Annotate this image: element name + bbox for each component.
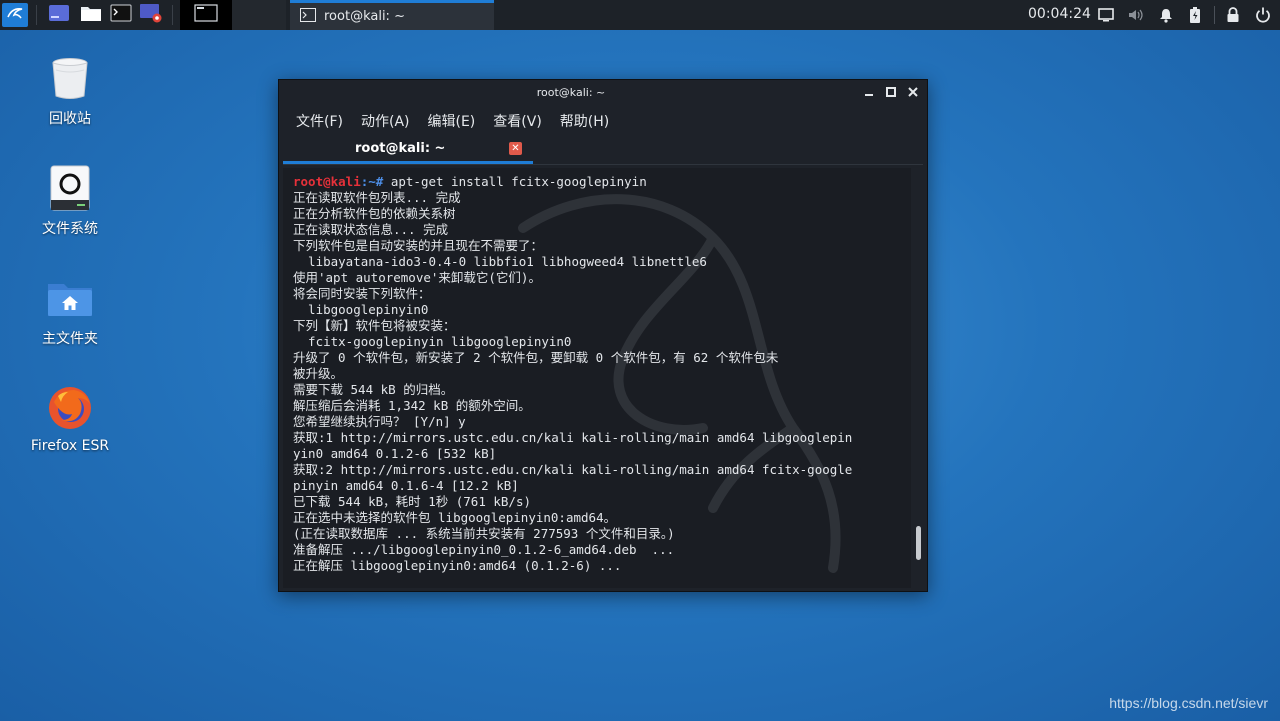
close-icon: [908, 86, 918, 100]
output-line: 准备解压 .../libgooglepinyin0_0.1.2-6_amd64.…: [293, 542, 675, 557]
output-line: 正在读取软件包列表... 完成: [293, 190, 461, 205]
output-line: libgooglepinyin0: [293, 302, 429, 317]
output-line: 升级了 0 个软件包，新安装了 2 个软件包，要卸载 0 个软件包，有 62 个…: [293, 350, 779, 365]
display-icon[interactable]: [1097, 6, 1115, 24]
close-button[interactable]: [905, 85, 921, 101]
output-line: 获取:1 http://mirrors.ustc.edu.cn/kali kal…: [293, 430, 853, 445]
window-thumbnail-icon: [194, 4, 218, 26]
output-line: (正在读取数据库 ... 系统当前共安装有 277593 个文件和目录。): [293, 526, 675, 541]
menu-help[interactable]: 帮助(H): [551, 108, 618, 132]
panel-separator: [172, 5, 173, 25]
trash-icon: [46, 54, 94, 102]
taskbar-item-label: root@kali: ~: [324, 9, 405, 24]
power-icon[interactable]: [1254, 6, 1272, 24]
home-folder-icon: [46, 274, 94, 322]
desktop-icon-label: 主文件夹: [42, 331, 98, 347]
output-line: 正在读取状态信息... 完成: [293, 222, 449, 237]
terminal-scrollbar[interactable]: [915, 168, 923, 588]
tab-label: root@kali: ~: [355, 141, 446, 156]
maximize-icon: [886, 86, 896, 100]
panel-separator: [36, 5, 37, 25]
desktop-icon-label: 文件系统: [42, 221, 98, 237]
menu-edit[interactable]: 编辑(E): [419, 108, 485, 132]
output-line: 获取:2 http://mirrors.ustc.edu.cn/kali kal…: [293, 462, 853, 477]
maximize-button[interactable]: [883, 85, 899, 101]
scrollbar-thumb[interactable]: [916, 526, 921, 560]
kali-menu-button[interactable]: [2, 3, 28, 27]
output-line: 被升级。: [293, 366, 344, 381]
desktop-icon-firefox[interactable]: Firefox ESR: [20, 384, 120, 454]
notification-bell-icon[interactable]: [1157, 6, 1175, 24]
output-line: 将会同时安装下列软件：: [293, 286, 431, 301]
terminal-menubar: 文件(F) 动作(A) 编辑(E) 查看(V) 帮助(H): [287, 108, 618, 132]
desktop-icon: [48, 4, 70, 26]
desktop-icon-home-folder[interactable]: 主文件夹: [20, 274, 120, 348]
terminal-window: root@kali: ~ 文件(F) 动作(A) 编辑(E) 查看(V) 帮助(…: [278, 79, 928, 592]
output-line: 下列【新】软件包将被安装：: [293, 318, 456, 333]
lock-screen-icon[interactable]: [1224, 6, 1242, 24]
output-line: 需要下载 544 kB 的归档。: [293, 382, 454, 397]
file-manager-launcher[interactable]: [78, 3, 104, 27]
drive-icon: [46, 164, 94, 212]
top-panel: root@kali: ~ 00:04:24: [0, 0, 1280, 30]
output-line: 下列软件包是自动安装的并且现在不需要了：: [293, 238, 544, 253]
terminal-icon: [300, 7, 316, 26]
output-line: yin0 amd64 0.1.2-6 [532 kB]: [293, 446, 497, 461]
command-text: apt-get install fcitx-googlepinyin: [390, 174, 647, 189]
kali-dragon-icon: [6, 4, 24, 26]
panel-separator: [1214, 6, 1215, 24]
output-line: 已下载 544 kB，耗时 1秒 (761 kB/s): [293, 494, 532, 509]
terminal-launcher[interactable]: [108, 3, 134, 27]
output-line: fcitx-googlepinyin libgooglepinyin0: [293, 334, 572, 349]
terminal-text: root@kali:~# apt-get install fcitx-googl…: [293, 174, 903, 574]
output-line: 正在选中未选择的软件包 libgooglepinyin0:amd64。: [293, 510, 617, 525]
prompt-user: root@kali: [293, 174, 361, 189]
menu-actions[interactable]: 动作(A): [352, 108, 419, 132]
workspace-2-button[interactable]: [232, 0, 286, 30]
desktop-icon-trash[interactable]: 回收站: [20, 54, 120, 128]
desktop-icon-label: Firefox ESR: [30, 438, 110, 454]
window-title: root@kali: ~: [536, 86, 606, 99]
minimize-icon: [864, 86, 874, 100]
terminal-icon: [110, 4, 132, 26]
output-line: 正在解压 libgooglepinyin0:amd64 (0.1.2-6) ..…: [293, 558, 622, 573]
output-line: 正在分析软件包的依赖关系树: [293, 206, 456, 221]
panel-clock[interactable]: 00:04:24: [1028, 6, 1091, 22]
screen-recorder-icon: [139, 3, 163, 27]
desktop-icon-label: 回收站: [49, 111, 91, 127]
tab-close-icon[interactable]: ✕: [509, 142, 522, 155]
output-line: pinyin amd64 0.1.6-4 [12.2 kB]: [293, 478, 519, 493]
workspace-1-button[interactable]: [180, 0, 232, 30]
folder-icon: [80, 4, 102, 26]
battery-charging-icon[interactable]: [1186, 6, 1204, 24]
terminal-tabbar: root@kali: ~ ✕: [283, 136, 923, 165]
window-titlebar[interactable]: root@kali: ~: [279, 80, 927, 106]
tab-terminal[interactable]: root@kali: ~ ✕: [283, 136, 533, 164]
prompt-path: :~#: [360, 174, 391, 189]
output-line: 您希望继续执行吗？ [Y/n] y: [293, 414, 466, 429]
watermark-text: https://blog.csdn.net/sievr: [1109, 695, 1268, 711]
minimize-button[interactable]: [861, 85, 877, 101]
taskbar-terminal-item[interactable]: root@kali: ~: [290, 0, 494, 30]
firefox-icon: [46, 384, 94, 432]
menu-file[interactable]: 文件(F): [287, 108, 352, 132]
menu-view[interactable]: 查看(V): [484, 108, 551, 132]
terminal-output[interactable]: root@kali:~# apt-get install fcitx-googl…: [283, 168, 911, 588]
volume-icon[interactable]: [1127, 6, 1145, 24]
desktop-icon-filesystem[interactable]: 文件系统: [20, 164, 120, 238]
output-line: 解压缩后会消耗 1,342 kB 的额外空间。: [293, 398, 531, 413]
output-line: 使用'apt autoremove'来卸载它(它们)。: [293, 270, 541, 285]
screen-recorder-launcher[interactable]: [138, 3, 164, 27]
output-line: libayatana-ido3-0.4-0 libbfio1 libhogwee…: [293, 254, 707, 269]
command-line: root@kali:~# apt-get install fcitx-googl…: [293, 174, 903, 190]
show-desktop-button[interactable]: [46, 3, 72, 27]
